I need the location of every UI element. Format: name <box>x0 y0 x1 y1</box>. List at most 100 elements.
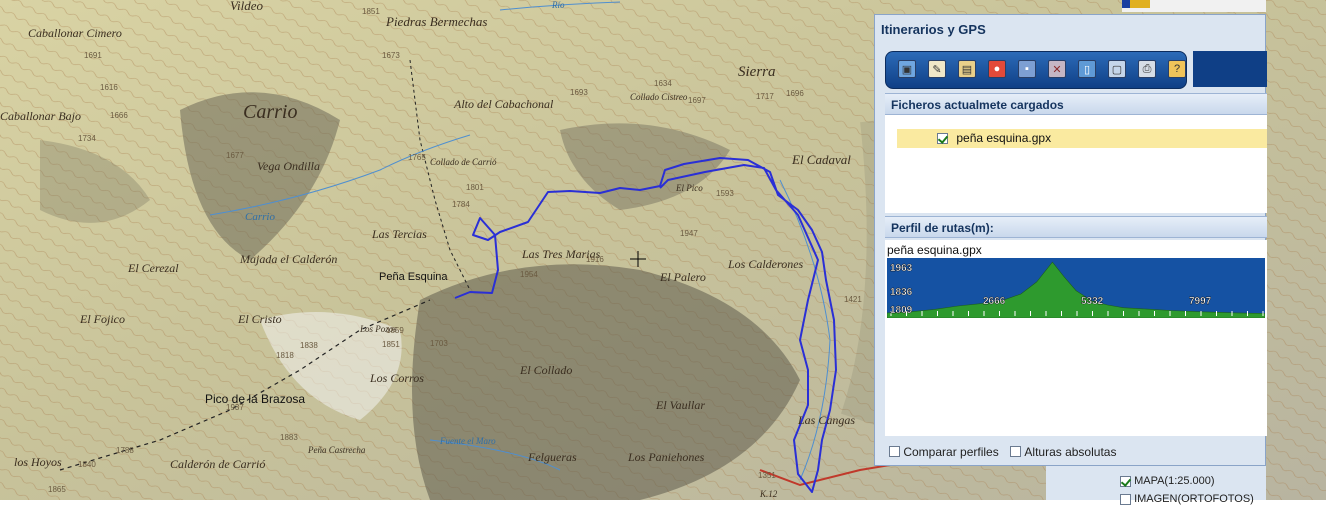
map-elevation-label: 1851 <box>362 7 380 16</box>
profile-title: peña esquina.gpx <box>887 243 982 257</box>
map-water-label: Carrio <box>245 211 275 223</box>
map-place-label: Peña Esquina <box>379 271 448 283</box>
flag-stripe <box>1130 0 1150 8</box>
map-place-label: Las Tercias <box>371 227 427 241</box>
profile-xtick-label: 7997 <box>1189 296 1212 307</box>
gps-toolbar: ▣ ✎ ▤ ● ▪ ✕ ▯ ▢ ⎙ ? <box>885 51 1187 89</box>
compare-profiles-checkbox[interactable] <box>889 446 900 458</box>
profile-header: Perfil de rutas(m): <box>885 216 1267 238</box>
layer-row[interactable]: IMAGEN(ORTOFOTOS) <box>1120 493 1254 505</box>
layer-label: IMAGEN(ORTOFOTOS) <box>1134 493 1254 505</box>
map-place-label: Vega Ondilla <box>257 159 320 173</box>
header-strip <box>1122 0 1266 12</box>
map-elevation-label: 1734 <box>78 134 96 143</box>
map-place-label: Piedras Bermechas <box>385 14 487 29</box>
map-place-label: Las Cangas <box>797 413 855 427</box>
map-place-label: Los Corros <box>369 371 424 385</box>
map-elevation-label: 1838 <box>300 341 318 350</box>
map-elevation-label: 1697 <box>688 96 706 105</box>
map-elevation-label: 1691 <box>84 51 102 60</box>
map-icon[interactable]: ▤ <box>958 60 976 78</box>
map-place-label: Los Paniehones <box>627 450 705 464</box>
map-place-label: Caballonar Cimero <box>28 26 122 40</box>
map-place-label: El Pico <box>675 183 703 193</box>
map-place-label: Alto del Cabachonal <box>453 97 554 111</box>
map-elevation-label: 1696 <box>786 89 804 98</box>
map-place-label: El Cadaval <box>791 152 851 167</box>
map-elevation-label: 1673 <box>382 51 400 60</box>
compare-profiles-label: Comparar perfiles <box>903 444 999 459</box>
map-place-label: El Palero <box>659 270 706 284</box>
delete-icon[interactable]: ✕ <box>1048 60 1066 78</box>
loaded-files-list: peña esquina.gpx <box>885 115 1267 213</box>
map-place-label: Los Calderones <box>727 257 804 271</box>
map-elevation-label: 1616 <box>100 83 118 92</box>
profile-ytick-label: 1963 <box>890 263 913 274</box>
map-place-label: K.12 <box>759 489 778 499</box>
map-elevation-label: 1883 <box>280 433 298 442</box>
save-icon[interactable]: ▪ <box>1018 60 1036 78</box>
file-name: peña esquina.gpx <box>956 131 1052 145</box>
map-place-label: Collado de Carrió <box>430 157 497 167</box>
map-elevation-label: 1666 <box>110 111 128 120</box>
map-place-label: Pico de la Brazosa <box>205 392 305 406</box>
profile-ytick-label: 1836 <box>890 287 913 298</box>
profile-xtick-label: 2666 <box>983 296 1006 307</box>
profile-options: Comparar perfiles Alturas absolutas <box>889 444 1116 459</box>
map-elevation-label: 1916 <box>586 255 604 264</box>
layer-checkbox[interactable] <box>1120 475 1131 487</box>
map-place-label: los Hoyos <box>14 455 62 469</box>
edit-pencil-icon[interactable]: ✎ <box>928 60 946 78</box>
profile-xtick-label: 5332 <box>1081 296 1104 307</box>
map-elevation-label: 1840 <box>78 460 96 469</box>
absolute-heights-checkbox[interactable] <box>1010 446 1022 458</box>
map-place-label: El Cerezal <box>127 261 179 275</box>
itinerarios-gps-panel: Itinerarios y GPS ▣ ✎ ▤ ● ▪ ✕ ▯ ▢ ⎙ ? Fi… <box>874 14 1267 466</box>
file-checkbox[interactable] <box>937 133 948 145</box>
map-place-label: Felgueras <box>527 450 577 464</box>
new-icon[interactable]: ▣ <box>898 60 916 78</box>
map-elevation-label: 1859 <box>386 326 404 335</box>
files-header: Ficheros actualmete cargados <box>885 93 1267 115</box>
profile-ytick-label: 1809 <box>890 305 913 316</box>
pin-icon[interactable]: ● <box>988 60 1006 78</box>
map-elevation-label: 1784 <box>452 200 470 209</box>
layers-panel: MAPA(1:25.000) IMAGEN(ORTOFOTOS) <box>1046 466 1266 505</box>
clipboard-icon[interactable]: ▯ <box>1078 60 1096 78</box>
map-elevation-label: 1421 <box>844 295 862 304</box>
map-elevation-label: 1703 <box>430 339 448 348</box>
flag-icon <box>1122 0 1130 8</box>
map-elevation-label: 1947 <box>680 229 698 238</box>
map-place-label: Collado Cistreo <box>630 92 688 102</box>
map-place-label: Sierra <box>738 64 776 80</box>
layer-row[interactable]: MAPA(1:25.000) <box>1120 475 1215 487</box>
map-place-label: Majada el Calderón <box>239 252 337 266</box>
map-place-label: Peña Castrecha <box>307 445 366 455</box>
layer-checkbox[interactable] <box>1120 493 1131 505</box>
help-icon[interactable]: ? <box>1168 60 1186 78</box>
map-place-label: El Cristo <box>237 312 282 326</box>
toolbar-strip <box>1193 51 1267 87</box>
map-place-label: El Fojico <box>79 312 125 326</box>
profile-area: peña esquina.gpx 1963 1836 1809 2666 5332 799… <box>885 240 1267 436</box>
window-icon[interactable]: ▢ <box>1108 60 1126 78</box>
file-row[interactable]: peña esquina.gpx <box>897 129 1267 148</box>
elevation-profile-chart: 1963 1836 1809 2666 5332 7997 <box>887 258 1265 318</box>
map-place-label: El Vaullar <box>655 398 705 412</box>
map-water-label: Río <box>551 0 565 10</box>
map-elevation-label: 1801 <box>466 183 484 192</box>
map-place-label: Caballonar Bajo <box>0 109 81 123</box>
map-elevation-label: 1937 <box>226 403 244 412</box>
map-place-label: Vildeo <box>230 0 263 13</box>
map-place-label: Calderón de Carrió <box>170 457 265 471</box>
map-elevation-label: 1818 <box>276 351 294 360</box>
map-water-label: Fuente el Maro <box>439 436 496 446</box>
absolute-heights-label: Alturas absolutas <box>1024 444 1117 459</box>
map-elevation-label: 1788 <box>116 446 134 455</box>
map-elevation-label: 1851 <box>382 340 400 349</box>
map-elevation-label: 1954 <box>520 270 538 279</box>
map-elevation-label: 1865 <box>48 485 66 494</box>
print-icon[interactable]: ⎙ <box>1138 60 1156 78</box>
map-place-label: Carrio <box>243 101 297 123</box>
map-place-label: El Collado <box>519 363 572 377</box>
